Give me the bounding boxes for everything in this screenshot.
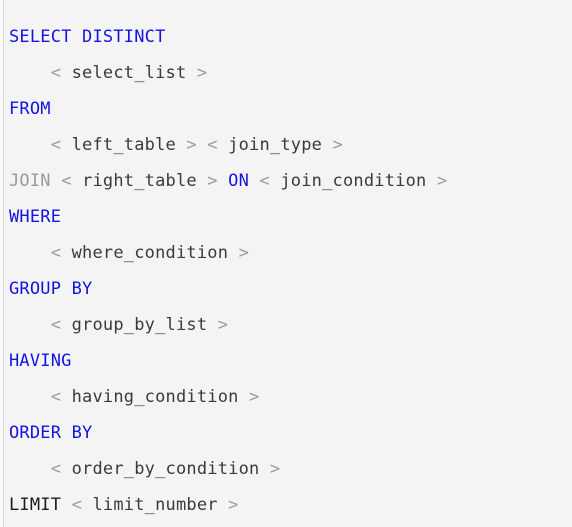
code-token-angle: < [50, 459, 62, 479]
code-line: LIMIT < limit_number > [0, 487, 572, 523]
code-token-angle: > [249, 387, 260, 407]
code-token-angle: > [196, 63, 208, 83]
code-token-angle: < [207, 135, 218, 155]
code-line: < group_by_list > [0, 307, 572, 343]
code-token-kw: WHERE [9, 207, 62, 227]
code-token-kw: FROM [9, 99, 51, 119]
code-token-angle: < [50, 135, 62, 155]
code-line: GROUP BY [0, 271, 572, 307]
code-line: < order_by_condition > [0, 451, 572, 487]
code-token-ident: select_list [71, 63, 187, 83]
code-line: < where_condition > [0, 235, 572, 271]
code-token-kw: GROUP BY [9, 279, 93, 299]
code-token-ident: join_type [228, 135, 323, 155]
code-token-angle: > [228, 495, 239, 515]
code-token-kw-dim: JOIN [9, 171, 51, 191]
code-token-angle: > [269, 459, 281, 479]
code-line: < left_table > < join_type > [0, 127, 572, 163]
code-token-angle: < [71, 495, 83, 515]
code-token-ident: right_table [82, 171, 197, 191]
code-token-ident: group_by_list [71, 315, 208, 335]
code-token-angle: > [186, 135, 197, 155]
code-line: < select_list > [0, 55, 572, 91]
code-token-angle: < [50, 315, 62, 335]
code-token-ident: order_by_condition [71, 459, 260, 479]
code-line: < having_condition > [0, 379, 572, 415]
code-token-kw: SELECT DISTINCT [9, 27, 166, 47]
sql-syntax-code-block: SELECT DISTINCT < select_list > FROM < le… [0, 0, 572, 527]
code-token-angle: > [332, 135, 343, 155]
code-token-ident: where_condition [71, 243, 229, 263]
code-token-ident: left_table [71, 135, 176, 155]
code-token-angle: > [217, 315, 229, 335]
code-line: SELECT DISTINCT [0, 19, 572, 55]
code-token-angle: < [259, 171, 270, 191]
code-token-kw: ORDER BY [9, 423, 93, 443]
code-token-angle: < [61, 171, 72, 191]
code-token-ident: limit_number [92, 495, 218, 515]
code-token-ident: having_condition [71, 387, 239, 407]
code-token-angle: < [50, 387, 62, 407]
code-token-angle: > [238, 243, 250, 263]
code-line: HAVING [0, 343, 572, 379]
code-lines-container: SELECT DISTINCT < select_list > FROM < le… [0, 13, 572, 523]
code-token-angle: < [50, 63, 62, 83]
code-line: WHERE [0, 199, 572, 235]
code-token-ident: join_condition [280, 171, 427, 191]
code-token-angle: > [207, 171, 218, 191]
code-token-angle: > [436, 171, 448, 191]
code-line: FROM [0, 91, 572, 127]
code-line: JOIN < right_table > ON < join_condition… [0, 163, 572, 199]
code-line: ORDER BY [0, 415, 572, 451]
code-token-angle: < [50, 243, 62, 263]
code-token-kw-dark: LIMIT [9, 495, 62, 515]
code-token-kw: ON [228, 171, 250, 191]
code-token-kw: HAVING [9, 351, 72, 371]
